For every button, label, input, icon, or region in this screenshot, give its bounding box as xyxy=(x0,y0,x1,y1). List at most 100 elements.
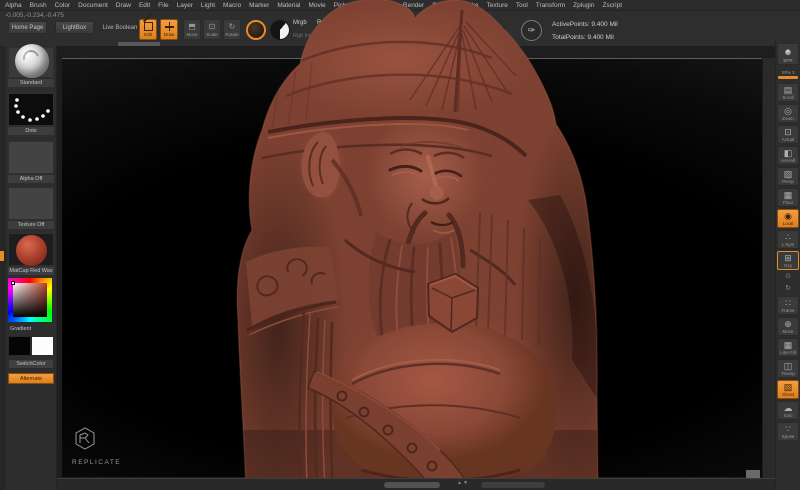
main-color-swatch[interactable] xyxy=(8,336,31,356)
dots-stroke-icon xyxy=(9,94,55,127)
solo-cloud-button[interactable]: ☁ Solo xyxy=(777,401,799,420)
render-sphere-button[interactable]: ● BPR xyxy=(777,43,799,65)
scroll-corner-handle[interactable] xyxy=(746,470,760,478)
right-shelf-icon: ◉ xyxy=(784,211,792,221)
rotate-mode-button[interactable]: ↻ Rotate xyxy=(223,19,241,40)
menu-item[interactable]: Preferences xyxy=(360,2,395,9)
draw-size-track[interactable]: Dynamic xyxy=(433,39,505,41)
replicate-watermark-text: REPLICATE xyxy=(72,459,132,466)
color-picker[interactable] xyxy=(8,278,52,322)
menu-item[interactable]: Render xyxy=(403,2,424,9)
draw-size-slider[interactable]: Size 64 Dynamic xyxy=(330,36,505,45)
spix-slider-button[interactable]: SPix 3 xyxy=(777,67,799,81)
right-shelf-icon: ⊡ xyxy=(784,127,792,137)
menu-item[interactable]: Material xyxy=(277,2,300,9)
frame-button[interactable]: ∷ Frame xyxy=(777,296,799,315)
vertical-scrollbar-track[interactable] xyxy=(762,58,775,478)
alpha-name-label: Alpha Off xyxy=(8,175,54,183)
mrgb-toggle[interactable]: Mrgb xyxy=(293,20,307,26)
menu-item[interactable]: Macro xyxy=(223,2,241,9)
right-shelf-icon: ∷ xyxy=(785,298,791,308)
gizmo-button[interactable]: ⊞ Gxy xyxy=(777,251,799,270)
draw-size-knob[interactable] xyxy=(435,37,442,43)
lightbox-button[interactable]: LightBox xyxy=(55,21,94,34)
scroll-arrows-icon[interactable]: ▲▼ xyxy=(457,480,469,486)
document-canvas[interactable] xyxy=(62,58,762,477)
horizontal-scrollbar-track[interactable] xyxy=(481,482,545,488)
polyframe-button[interactable]: ▦ Line Fill xyxy=(777,338,799,357)
focal-shift-knob[interactable] xyxy=(459,25,466,31)
right-shelf-icon: ∴ xyxy=(785,232,791,242)
menu-item[interactable]: Light xyxy=(201,2,215,9)
draw-mode-button[interactable]: Draw xyxy=(160,19,178,40)
floor-grid-button[interactable]: ▦ Floor xyxy=(777,188,799,207)
horizontal-scrollbar-thumb[interactable] xyxy=(384,482,440,488)
move-label: Move xyxy=(186,32,197,37)
menu-item[interactable]: Draw xyxy=(116,2,131,9)
menu-item[interactable]: Picker xyxy=(334,2,352,9)
spin-button[interactable]: ↻ xyxy=(777,284,799,294)
menu-item[interactable]: Alpha xyxy=(5,2,22,9)
menu-item[interactable]: Movie xyxy=(308,2,325,9)
local-symmetry-button[interactable]: ∴ L.Sym xyxy=(777,230,799,249)
right-shelf-icon: ◧ xyxy=(784,148,793,158)
current-material-button[interactable] xyxy=(246,20,266,40)
current-texture-thumbnail[interactable] xyxy=(8,187,54,220)
dynamic-mode-label: Dynamic xyxy=(480,33,501,39)
current-color-sphere[interactable] xyxy=(270,20,290,40)
tray-divider-handle[interactable] xyxy=(0,251,4,261)
move-mode-button[interactable]: ⬒ Move xyxy=(183,19,201,40)
menu-item[interactable]: Edit xyxy=(139,2,150,9)
top-shelf: Home Page LightBox Live Boolean Edit Dra… xyxy=(0,19,800,46)
menu-item[interactable]: File xyxy=(158,2,168,9)
edit-mode-button[interactable]: Edit xyxy=(139,19,157,40)
right-shelf-icon: ↻ xyxy=(785,285,791,293)
spix-slider-bar[interactable] xyxy=(778,76,798,79)
current-material-thumbnail[interactable] xyxy=(8,233,54,266)
menu-item[interactable]: Transform xyxy=(536,2,565,9)
gradient-label[interactable]: Gradient xyxy=(8,325,54,333)
zoom-doc-button[interactable]: ◎ Zoom xyxy=(777,104,799,123)
menu-item[interactable]: Tool xyxy=(516,2,528,9)
menu-item[interactable]: Stroke xyxy=(460,2,479,9)
scroll-doc-button[interactable]: ▤ Scroll xyxy=(777,83,799,102)
tablet-pressure-icon[interactable]: ✑ xyxy=(521,20,542,41)
rgb-toggle[interactable]: Rgb xyxy=(317,20,328,26)
secondary-color-swatch[interactable] xyxy=(31,336,54,356)
aahalf-button[interactable]: ◧ AAHalf xyxy=(777,146,799,165)
current-stroke-thumbnail[interactable] xyxy=(8,93,54,126)
menu-item[interactable]: Brush xyxy=(30,2,47,9)
menu-item[interactable]: Marker xyxy=(249,2,269,9)
live-boolean-button[interactable]: Live Boolean xyxy=(100,21,140,34)
menu-item[interactable]: Zplugin xyxy=(573,2,594,9)
see-through-button[interactable]: ⊙ xyxy=(777,272,799,282)
menu-item[interactable]: Document xyxy=(78,2,108,9)
transparency-button[interactable]: ◫ Transp xyxy=(777,359,799,378)
rgb-intensity-label: Rgb Intensity xyxy=(293,33,325,39)
saturation-value-square[interactable] xyxy=(13,283,47,317)
perspective-button[interactable]: ▨ Persp xyxy=(777,167,799,186)
menu-item[interactable]: Stencil xyxy=(432,2,452,9)
xpose-button[interactable]: ∵ Xpose xyxy=(777,422,799,441)
current-alpha-thumbnail[interactable] xyxy=(8,141,54,174)
ghost-button[interactable]: ▧ Ghost xyxy=(777,380,799,399)
lightbox-pull-tab[interactable] xyxy=(118,42,160,46)
right-shelf: ● BPR SPix 3 ▤ Scroll ◎ Zoom ⊡ Actual ◧ xyxy=(775,40,800,490)
menu-item[interactable]: Texture xyxy=(487,2,508,9)
focal-shift-slider[interactable]: Focal Shift 0 xyxy=(330,24,505,33)
local-pivot-button[interactable]: ◉ Local xyxy=(777,209,799,228)
stroke-name-label: Dots xyxy=(8,127,54,135)
menu-item[interactable]: Zscript xyxy=(603,2,623,9)
menu-item[interactable]: Color xyxy=(55,2,71,9)
alternate-button[interactable]: Alternate xyxy=(8,373,54,384)
home-page-button[interactable]: Home Page xyxy=(8,21,47,34)
move-icon: ⬒ xyxy=(188,23,196,31)
menu-item[interactable]: Layer xyxy=(177,2,193,9)
actual-size-button[interactable]: ⊡ Actual xyxy=(777,125,799,144)
move-canvas-button[interactable]: ⊕ Move xyxy=(777,317,799,336)
scale-mode-button[interactable]: ⊡ Scale xyxy=(203,19,221,40)
right-shelf-icon: ▦ xyxy=(784,340,793,350)
current-brush-thumbnail[interactable] xyxy=(8,47,54,78)
focal-shift-track[interactable] xyxy=(433,27,505,29)
switch-color-button[interactable]: SwitchColor xyxy=(8,359,54,369)
